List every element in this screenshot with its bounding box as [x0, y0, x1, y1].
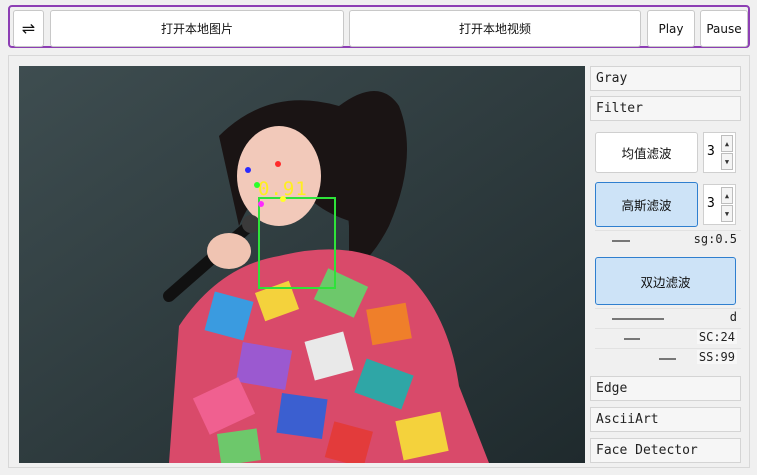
sigma-label: sg:0.5 — [693, 232, 737, 246]
d-label: d — [729, 310, 737, 324]
section-edge[interactable]: Edge — [590, 376, 741, 401]
section-face-detector[interactable]: Face Detector — [590, 438, 741, 463]
sigma-space-label: SS:99 — [696, 350, 737, 364]
sigma-space-slider-row[interactable]: SS:99 — [595, 348, 741, 367]
play-button[interactable]: Play — [647, 10, 695, 47]
image-viewer[interactable]: 0.91 — [19, 66, 585, 463]
mean-filter-spinbox[interactable]: 3 ▲ ▼ — [703, 132, 736, 173]
d-slider[interactable] — [612, 318, 664, 320]
swap-button[interactable]: ⇌ — [13, 10, 44, 47]
landmark-mouth-right — [258, 201, 264, 207]
mean-filter-button[interactable]: 均值滤波 — [595, 132, 698, 173]
open-local-image-button[interactable]: 打开本地图片 — [50, 10, 344, 47]
section-gray[interactable]: Gray — [590, 66, 741, 91]
face-detection-box — [258, 197, 336, 289]
sigma-slider[interactable] — [612, 240, 630, 242]
toolbar: ⇌ 打开本地图片 打开本地视频 Play Pause — [8, 5, 750, 48]
section-ascii-art[interactable]: AsciiArt — [590, 407, 741, 432]
gaussian-filter-spinbox[interactable]: 3 ▲ ▼ — [703, 184, 736, 225]
mean-filter-value: 3 — [707, 144, 715, 159]
spin-down-icon[interactable]: ▼ — [721, 153, 733, 170]
d-slider-row[interactable]: d — [595, 308, 741, 327]
gaussian-filter-value: 3 — [707, 196, 715, 211]
landmark-left-eye — [275, 161, 281, 167]
landmark-nose — [254, 182, 260, 188]
landmark-mouth-left — [280, 196, 286, 202]
section-filter[interactable]: Filter — [590, 96, 741, 121]
sigma-color-slider-row[interactable]: SC:24 — [595, 328, 741, 347]
spin-up-icon[interactable]: ▲ — [721, 187, 733, 204]
bilateral-filter-button[interactable]: 双边滤波 — [595, 257, 736, 305]
swap-icon: ⇌ — [21, 19, 36, 38]
landmark-right-eye — [245, 167, 251, 173]
gaussian-filter-button[interactable]: 高斯滤波 — [595, 182, 698, 227]
sigma-slider-row[interactable]: sg:0.5 — [595, 230, 741, 249]
sigma-space-slider[interactable] — [659, 358, 676, 360]
spin-down-icon[interactable]: ▼ — [721, 205, 733, 222]
pause-button[interactable]: Pause — [700, 10, 748, 47]
sigma-color-label: SC:24 — [696, 330, 737, 344]
spin-up-icon[interactable]: ▲ — [721, 135, 733, 152]
sigma-color-slider[interactable] — [624, 338, 640, 340]
open-local-video-button[interactable]: 打开本地视频 — [349, 10, 641, 47]
sidebar: Gray Filter 均值滤波 3 ▲ ▼ 高斯滤波 3 ▲ ▼ sg:0.5… — [590, 66, 742, 468]
